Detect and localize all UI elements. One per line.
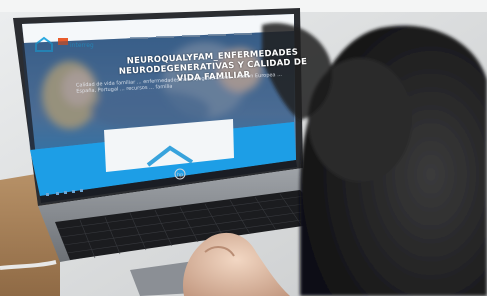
photo-frame: interreg hp NEUROQUALYFAM_ENFERMEDADES N…	[0, 0, 487, 296]
laptop-photo: interreg hp	[0, 0, 487, 296]
svg-text:hp: hp	[177, 173, 183, 179]
